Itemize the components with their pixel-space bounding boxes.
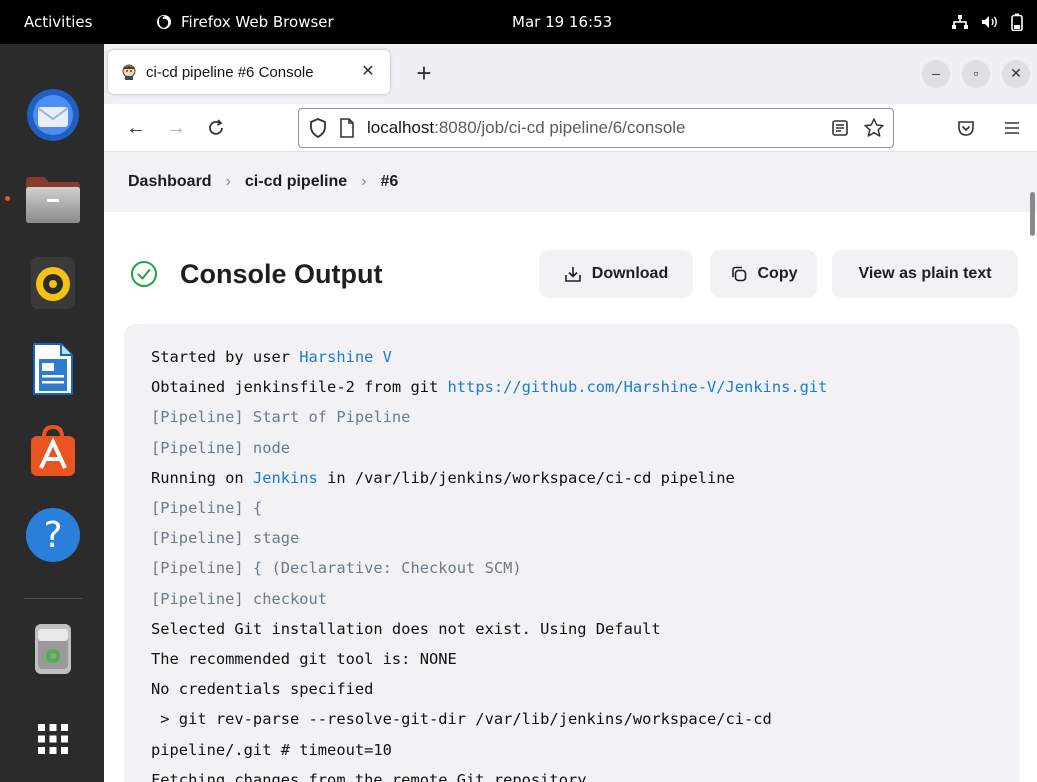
console-link[interactable]: https://github.com/Harshine-V/Jenkins.gi… (448, 378, 828, 396)
rhythmbox-icon (31, 257, 75, 309)
network-icon (952, 15, 968, 29)
download-label: Download (591, 265, 669, 282)
breadcrumb-dashboard[interactable]: Dashboard (128, 173, 212, 191)
files-icon (26, 177, 80, 223)
running-indicator (5, 196, 10, 201)
console-line-text: Fetching changes from the remote Git rep… (151, 770, 587, 782)
console-output: Started by user Harshine V Obtained jenk… (124, 324, 1019, 782)
console-pipeline-step: [Pipeline] node (151, 438, 290, 457)
copy-label: Copy (757, 265, 798, 282)
console-line-text: in /var/lib/jenkins/workspace/ci-cd pipe… (317, 468, 735, 487)
console-pipeline-step: [Pipeline] checkout (151, 589, 328, 608)
reload-button[interactable] (200, 112, 232, 144)
clock[interactable]: Mar 19 16:53 (512, 0, 612, 44)
url-path: :8080/job/ci-cd pipeline/6/console (434, 118, 686, 137)
dock-help[interactable]: ? (22, 504, 84, 566)
page-heading: Console Output (130, 249, 382, 299)
success-check-icon (131, 261, 157, 287)
firefox-icon (157, 15, 171, 29)
firefox-window: ci-cd pipeline #6 Console ✕ + – ▫ ✕ ← → … (104, 44, 1037, 782)
tracking-protection-shield-icon[interactable] (309, 118, 327, 138)
console-pipeline-step: [Pipeline] { (151, 499, 263, 518)
page-content: Dashboard › ci-cd pipeline › #6 Console … (104, 152, 1037, 782)
dock-files[interactable] (22, 168, 84, 230)
console-pipeline-step: [Pipeline] stage (151, 529, 300, 548)
app-menu[interactable]: Firefox Web Browser (156, 0, 334, 44)
battery-icon (1011, 13, 1023, 31)
app-menu-button[interactable] (996, 112, 1028, 144)
dock-thunderbird[interactable] (22, 84, 84, 146)
console-pipeline-step: [Pipeline] { (Declarative: Checkout SCM) (151, 559, 522, 578)
tab-close-icon[interactable]: ✕ (358, 62, 378, 82)
breadcrumb-separator-icon: › (361, 173, 367, 190)
tab-title: ci-cd pipeline #6 Console (146, 63, 314, 81)
download-icon (564, 267, 581, 282)
url-bar[interactable]: localhost:8080/job/ci-cd pipeline/6/cons… (298, 108, 894, 148)
svg-text:?: ? (43, 515, 62, 556)
console-line-text: The recommended git tool is: NONE (151, 650, 457, 669)
console-line-text: Started by user (151, 348, 300, 366)
dock-show-apps[interactable] (22, 708, 84, 770)
copy-icon (731, 266, 746, 282)
hamburger-menu-icon (1005, 122, 1019, 134)
console-line-text: Running on (151, 468, 253, 487)
console-line-text: Obtained jenkinsfile-2 from git (151, 378, 448, 397)
pocket-icon (958, 121, 974, 136)
copy-button[interactable]: Copy (710, 250, 817, 298)
console-line-text: > git rev-parse --resolve-git-dir /var/l… (151, 710, 772, 729)
console-pipeline-step: [Pipeline] Start of Pipeline (151, 408, 411, 427)
page-title: Console Output (180, 258, 383, 289)
close-window-button[interactable]: ✕ (1002, 60, 1030, 88)
reload-icon (209, 119, 223, 135)
new-tab-button[interactable]: + (408, 58, 440, 90)
page-info-icon[interactable] (339, 118, 355, 138)
dock-separator (24, 598, 82, 599)
system-top-bar: Activities Firefox Web Browser Mar 19 16… (0, 0, 1037, 44)
console-line-text: pipeline/.git # timeout=10 (151, 740, 392, 759)
view-plain-text-button[interactable]: View as plain text (832, 250, 1018, 298)
view-plain-text-label: View as plain text (858, 265, 992, 282)
pocket-button[interactable] (950, 112, 982, 144)
dock: ? (0, 44, 104, 782)
download-button[interactable]: Download (539, 250, 693, 298)
url-host: localhost (367, 118, 435, 137)
dock-software-center[interactable] (22, 420, 84, 482)
activities-button[interactable]: Activities (24, 0, 92, 44)
reader-view-icon[interactable] (831, 119, 849, 137)
dock-libreoffice-writer[interactable] (22, 338, 84, 400)
page-scrollbar[interactable] (1030, 192, 1035, 236)
jenkins-favicon-icon (122, 64, 136, 80)
breadcrumb-build[interactable]: #6 (380, 173, 398, 191)
dock-rhythmbox[interactable] (22, 252, 84, 314)
tab-strip: ci-cd pipeline #6 Console ✕ + – ▫ ✕ (104, 44, 1037, 104)
trash-icon (35, 624, 71, 674)
bookmark-star-icon[interactable] (863, 117, 885, 139)
thunderbird-icon (27, 89, 79, 141)
url-text: localhost:8080/job/ci-cd pipeline/6/cons… (367, 118, 686, 138)
console-line-text: Selected Git installation does not exist… (151, 619, 661, 638)
restore-button[interactable]: ▫ (962, 60, 990, 88)
software-center-icon (31, 424, 75, 476)
app-name: Firefox Web Browser (181, 13, 334, 31)
forward-button[interactable]: → (160, 112, 192, 144)
libreoffice-writer-icon (33, 343, 73, 395)
breadcrumb: Dashboard › ci-cd pipeline › #6 (104, 152, 1037, 212)
volume-icon (982, 16, 997, 28)
console-text: Started by user Harshine V Obtained jenk… (151, 342, 1019, 782)
minimize-button[interactable]: – (922, 60, 950, 88)
show-apps-icon (38, 724, 68, 754)
tab-console[interactable]: ci-cd pipeline #6 Console ✕ (108, 50, 390, 94)
navigation-toolbar: ← → localhost:8080/job/ci-cd pipeline/6/… (104, 104, 1037, 152)
breadcrumb-job[interactable]: ci-cd pipeline (245, 173, 347, 191)
dock-trash[interactable] (22, 618, 84, 680)
help-icon: ? (26, 508, 80, 562)
console-link[interactable]: Harshine V (299, 348, 392, 366)
back-button[interactable]: ← (120, 112, 152, 144)
console-link[interactable]: Jenkins (253, 469, 318, 487)
console-line-text: No credentials specified (151, 680, 374, 699)
breadcrumb-separator-icon: › (225, 173, 231, 190)
system-tray[interactable] (951, 0, 1023, 44)
